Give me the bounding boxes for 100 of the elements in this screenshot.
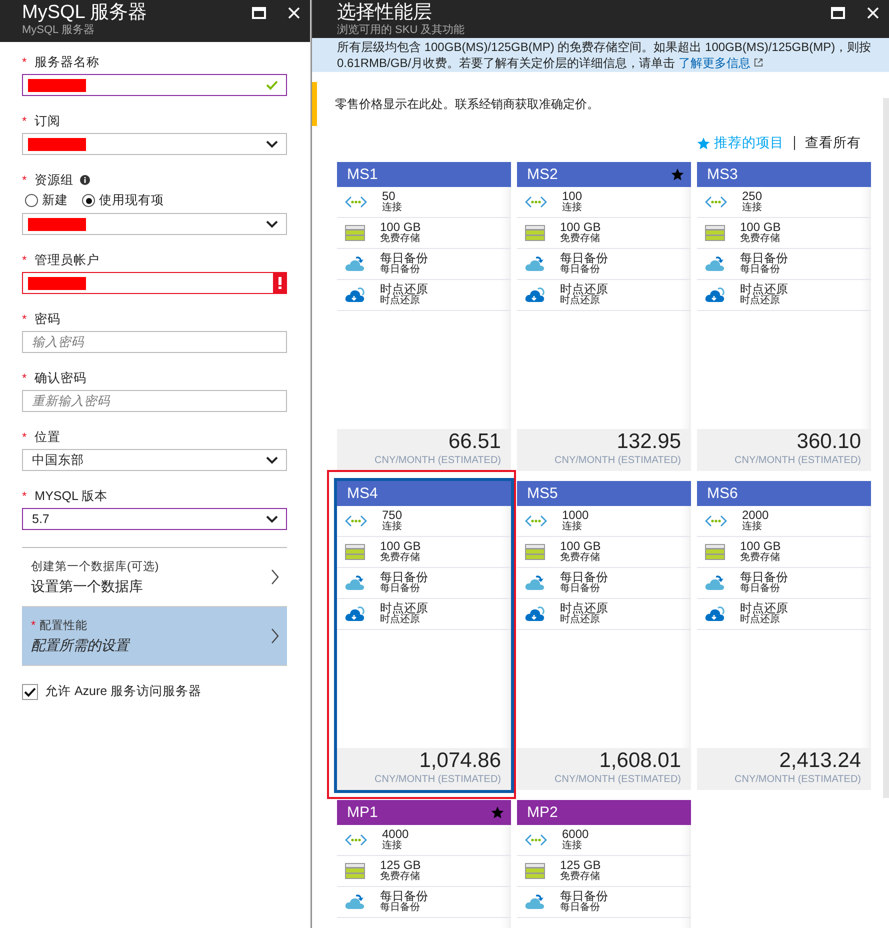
- storage-icon: [525, 544, 545, 560]
- connection-icon: [345, 515, 367, 527]
- pricing-tier-card[interactable]: MS5 1000 连接 100 GB 免费存储 每日备份 每日备份 时点还原 时点还原 1,608.01 CNY/MONTH (ESTIMATED): [514, 478, 694, 793]
- azure-access-checkbox[interactable]: 允许 Azure 服务访问服务器: [22, 683, 287, 700]
- feature-value: 750: [382, 510, 402, 521]
- price-unit: CNY/MONTH (ESTIMATED): [374, 455, 501, 466]
- pricing-tier-card[interactable]: MS2 100 连接 100 GB 免费存储 每日备份 每日备份 时点还原 时点还原 132.95 CNY/MONTH (ESTIMATED): [514, 159, 694, 474]
- feature-value: 100 GB: [560, 222, 601, 233]
- cloud-restore-icon: [345, 606, 365, 622]
- storage-icon: [525, 863, 545, 879]
- feature-value: 每日备份: [560, 572, 608, 583]
- radio-option[interactable]: 新建: [25, 192, 68, 209]
- feature-label: 免费存储: [560, 871, 601, 882]
- feature-value: 125 GB: [380, 860, 421, 871]
- feature-value: 时点还原: [740, 603, 788, 614]
- feature-label: 免费存储: [380, 871, 421, 882]
- input-field[interactable]: [22, 74, 287, 96]
- cloud-icon: [705, 575, 725, 591]
- feature-value: 100 GB: [740, 222, 781, 233]
- feature-label: 每日备份: [560, 264, 601, 275]
- maximize-icon[interactable]: [831, 7, 845, 19]
- tier-header: MS2: [517, 162, 691, 187]
- storage-icon: [705, 544, 725, 560]
- cloud-icon: [345, 256, 365, 272]
- pricing-tier-card[interactable]: MS6 2000 连接 100 GB 免费存储 每日备份 每日备份 时点还原 时点还原 2,413.24 CNY/MONTH (ESTIMATED): [694, 478, 874, 793]
- pricing-tier-card[interactable]: MP1 4000 连接 125 GB 免费存储 每日备份 每日备份: [334, 797, 514, 928]
- feature-label: 时点还原: [740, 295, 781, 306]
- cloud-icon: [525, 575, 545, 591]
- learn-more-link[interactable]: 了解更多信息: [678, 56, 763, 70]
- scrollbar[interactable]: [883, 98, 889, 798]
- dropdown-field[interactable]: [22, 133, 287, 155]
- tier-header: MS5: [517, 481, 691, 506]
- radio-option[interactable]: 使用现有项: [82, 192, 164, 209]
- feature-label: 每日备份: [560, 583, 601, 594]
- feature-value: 每日备份: [560, 253, 608, 264]
- feature-label: 连接: [562, 840, 583, 851]
- feature-label: 免费存储: [560, 233, 601, 244]
- feature-label: 每日备份: [380, 902, 421, 913]
- feature-value: 50: [382, 191, 396, 202]
- external-link-icon: [754, 58, 763, 67]
- feature-value: 时点还原: [560, 603, 608, 614]
- required-asterisk: *: [22, 370, 27, 386]
- feature-value: 时点还原: [560, 284, 608, 295]
- star-icon: [697, 136, 710, 150]
- feature-value: 每日备份: [380, 891, 428, 902]
- feature-label: 连接: [382, 202, 402, 213]
- input-field[interactable]: [22, 272, 287, 294]
- close-icon[interactable]: [867, 7, 879, 19]
- pricing-tier-card[interactable]: MS3 250 连接 100 GB 免费存储 每日备份 每日备份 时点还原 时点还原 360.10 CNY/MONTH (ESTIMATED): [694, 159, 874, 474]
- required-asterisk: *: [22, 488, 27, 504]
- filter-tab[interactable]: 查看所有: [805, 134, 861, 152]
- feature-label: 免费存储: [740, 233, 781, 244]
- connection-icon: [345, 196, 367, 208]
- required-asterisk: *: [22, 311, 27, 327]
- price-unit: CNY/MONTH (ESTIMATED): [554, 455, 681, 466]
- feature-label: 时点还原: [740, 614, 781, 625]
- feature-value: 250: [742, 191, 762, 202]
- feature-value: 4000: [382, 829, 409, 840]
- price: 1,074.86: [419, 748, 501, 774]
- info-banner: 所有层级均包含 100GB(MS)/125GB(MP) 的免费存储空间。如果超出 100GB(MS)/125GB(MP)，则按 0.61RMB/GB/月收费。若要了解有关定价层的详细信息，请单击 了解更多信息: [312, 38, 889, 72]
- feature-label: 时点还原: [380, 614, 421, 625]
- feature-label: 连接: [382, 521, 402, 532]
- feature-label: 连接: [742, 202, 762, 213]
- connection-icon: [345, 834, 367, 846]
- cloud-icon: [525, 894, 545, 910]
- field-label: MYSQL 版本: [34, 488, 108, 504]
- maximize-icon[interactable]: [252, 7, 266, 19]
- feature-value: 100 GB: [560, 541, 601, 552]
- connection-icon: [525, 515, 547, 527]
- feature-value: 100: [562, 191, 582, 202]
- feature-value: 每日备份: [380, 572, 428, 583]
- feature-label: 每日备份: [560, 902, 601, 913]
- feature-label: 连接: [562, 521, 583, 532]
- pricing-tier-card[interactable]: MP2 6000 连接 125 GB 免费存储 每日备份 每日备份: [514, 797, 694, 928]
- feature-value: 时点还原: [380, 603, 428, 614]
- required-asterisk: *: [22, 54, 27, 70]
- feature-value: 每日备份: [560, 891, 608, 902]
- input-field[interactable]: 重新输入密码: [22, 390, 287, 412]
- chevron-down-icon: [266, 140, 278, 148]
- field-label: 密码: [34, 311, 61, 327]
- required-asterisk: *: [22, 429, 27, 445]
- close-icon[interactable]: [288, 7, 300, 19]
- storage-icon: [345, 863, 365, 879]
- dropdown-field[interactable]: 5.7: [22, 508, 287, 530]
- required-asterisk: *: [22, 113, 27, 129]
- feature-value: 100 GB: [740, 541, 781, 552]
- cloud-icon: [345, 894, 365, 910]
- pricing-tier-card[interactable]: MS4 750 连接 100 GB 免费存储 每日备份 每日备份 时点还原 时点还原 1,074.86 CNY/MONTH (ESTIMATED): [334, 478, 514, 793]
- tier-header: MS6: [697, 481, 871, 506]
- info-icon[interactable]: [80, 175, 90, 185]
- input-field[interactable]: 输入密码: [22, 331, 287, 353]
- feature-value: 2000: [742, 510, 769, 521]
- price-unit: CNY/MONTH (ESTIMATED): [734, 774, 861, 785]
- dropdown-field[interactable]: 中国东部: [22, 449, 287, 471]
- dropdown-field[interactable]: [22, 213, 287, 235]
- settings-nav-item[interactable]: * 配置性能 配置所需的设置: [22, 607, 287, 666]
- feature-value: 6000: [562, 829, 589, 840]
- blade-subtitle: 浏览可用的 SKU 及其功能: [337, 24, 466, 37]
- cloud-icon: [705, 256, 725, 272]
- price: 66.51: [448, 429, 501, 455]
